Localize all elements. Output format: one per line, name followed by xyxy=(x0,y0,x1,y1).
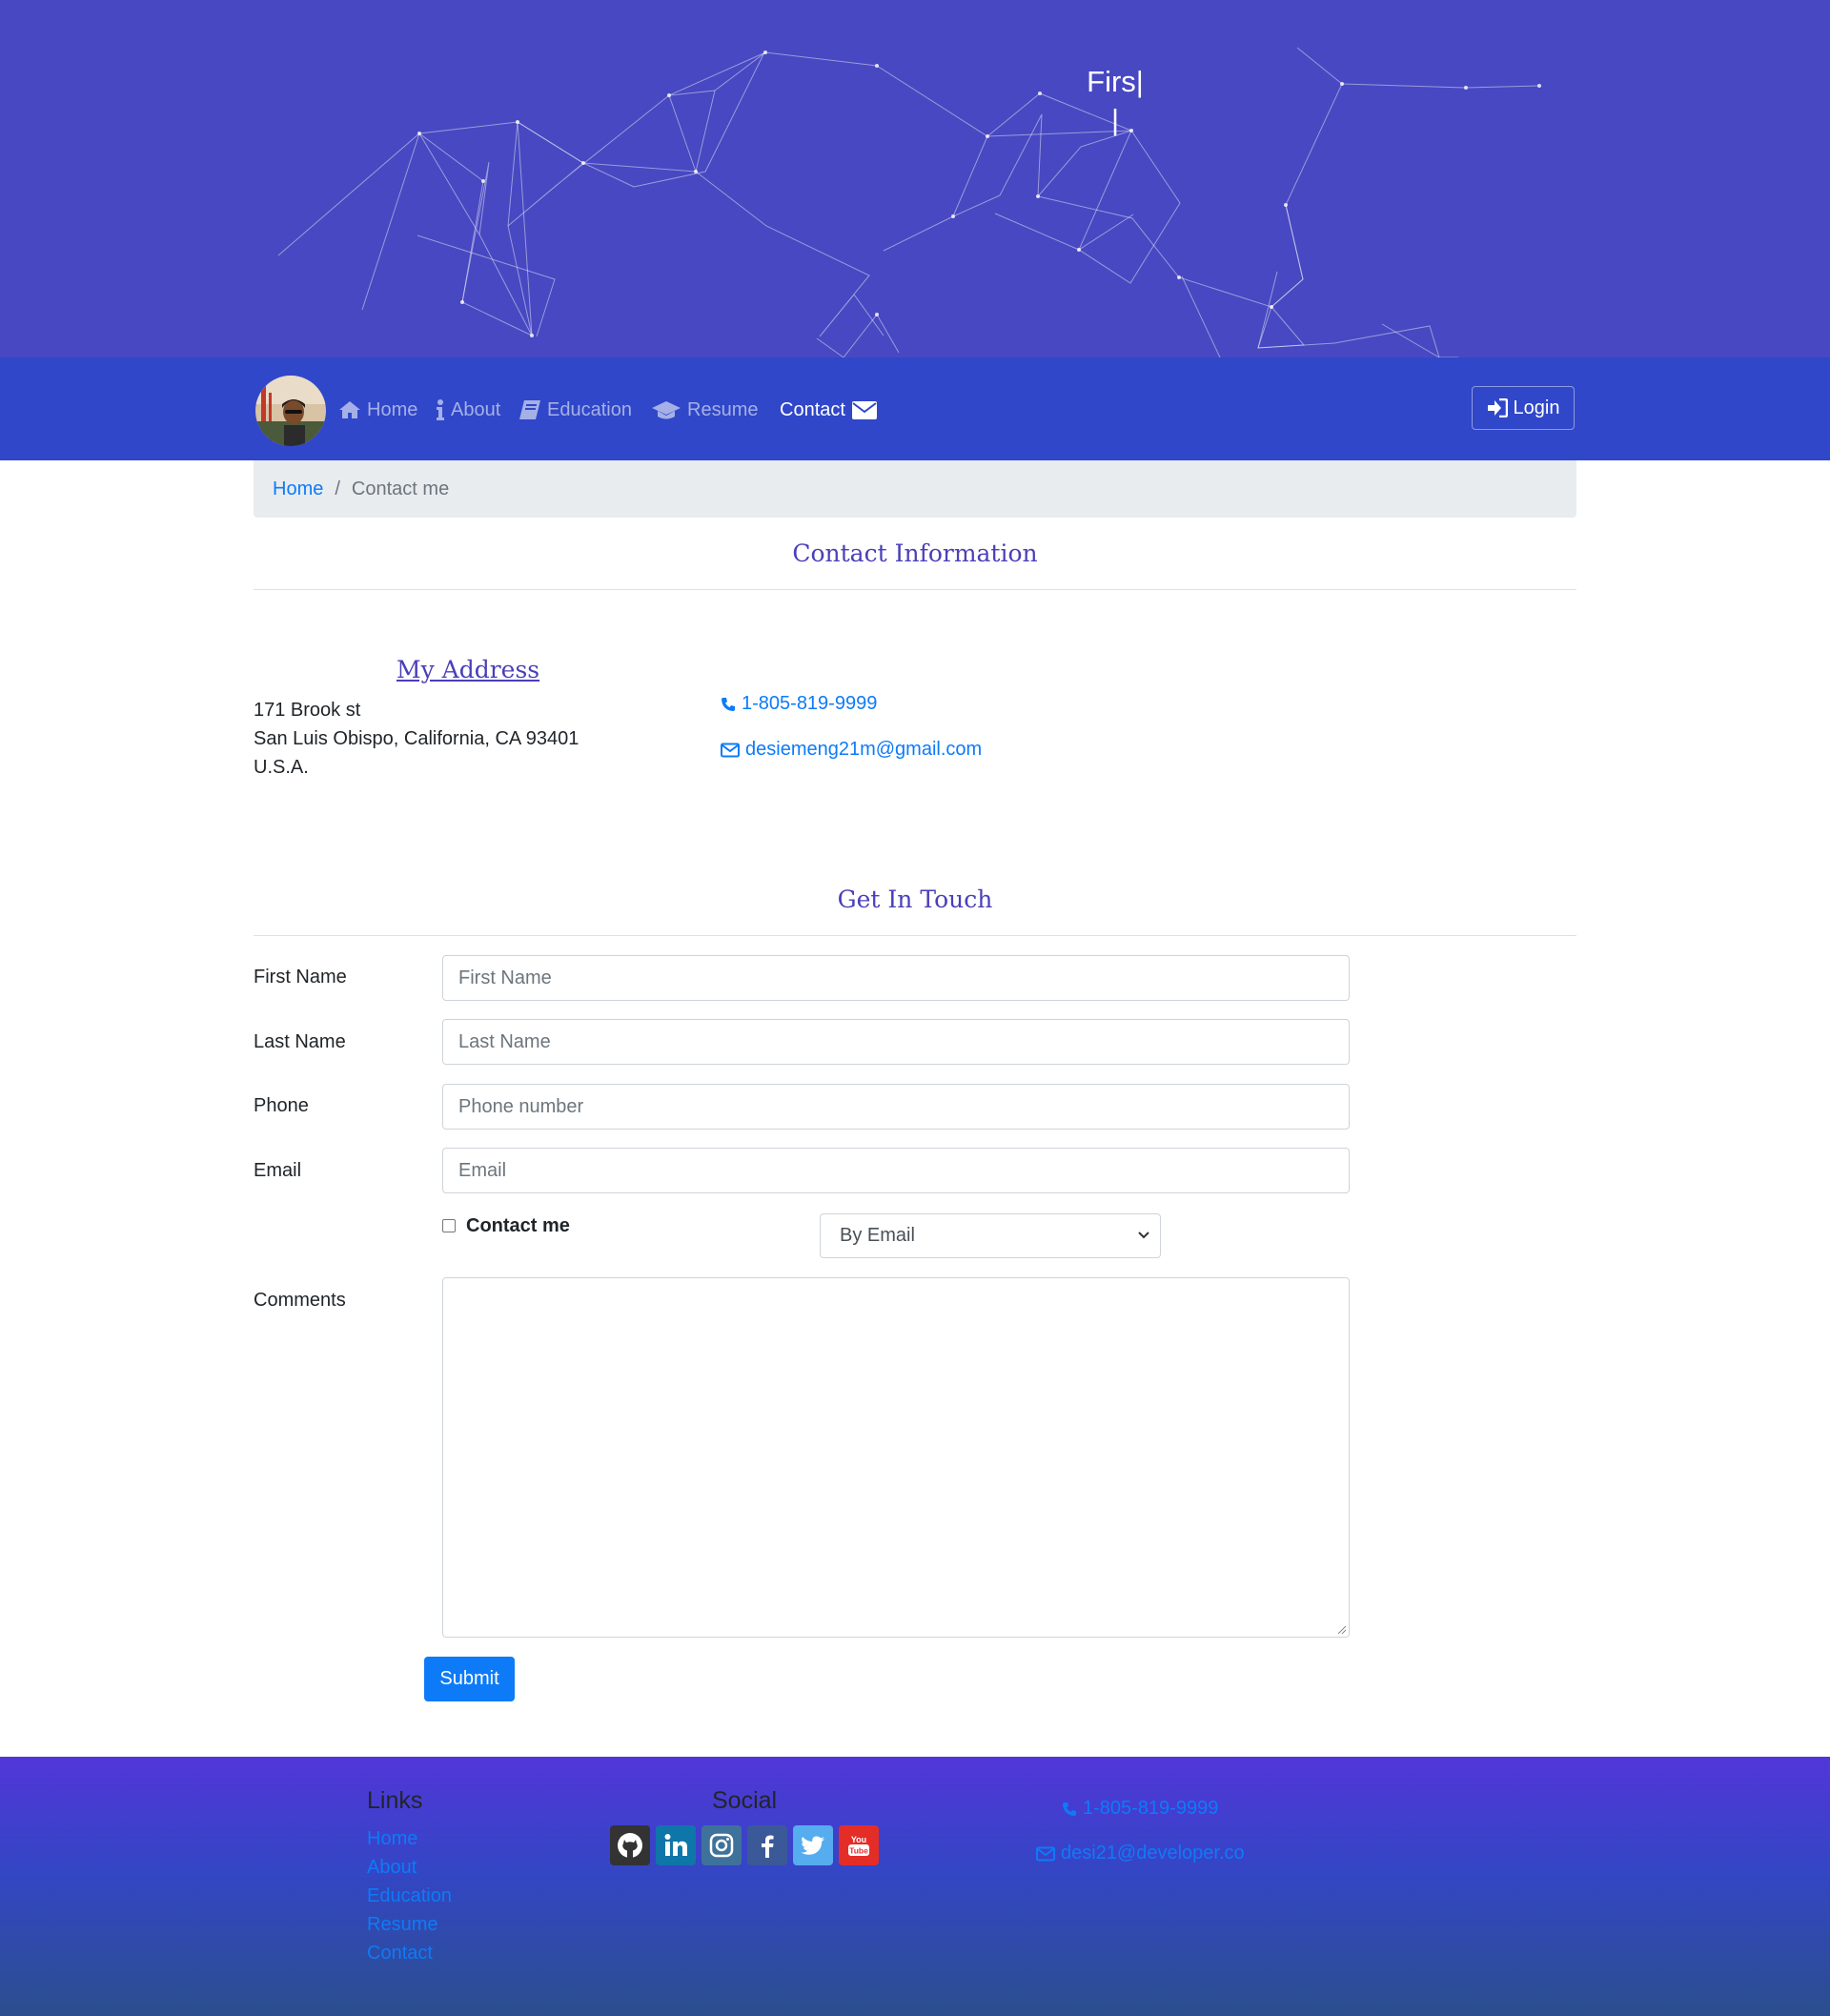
footer-link-about[interactable]: About xyxy=(367,1857,417,1879)
hero-banner: Firs| | xyxy=(0,0,1830,357)
footer-phone-link[interactable]: 1-805-819-9999 xyxy=(1062,1798,1218,1820)
typed-text: Firs| | xyxy=(1077,63,1153,139)
breadcrumb-home-link[interactable]: Home xyxy=(273,479,323,500)
comments-label: Comments xyxy=(254,1290,346,1311)
graduation-cap-icon xyxy=(652,401,681,419)
resize-grip-icon[interactable] xyxy=(1335,1623,1347,1635)
facebook-icon xyxy=(762,1835,774,1858)
nav-resume[interactable]: Resume xyxy=(651,397,758,423)
footer-email-link[interactable]: desi21@developer.co xyxy=(1036,1843,1245,1864)
avatar[interactable] xyxy=(255,376,326,446)
twitter-icon xyxy=(801,1836,824,1855)
facebook-button[interactable] xyxy=(747,1825,787,1865)
divider xyxy=(254,935,1576,936)
footer-social-title: Social xyxy=(712,1787,778,1814)
instagram-button[interactable] xyxy=(702,1825,742,1865)
phone-label: Phone xyxy=(254,1095,309,1116)
contact-method-select[interactable]: By Email xyxy=(820,1213,1161,1258)
avatar-photo xyxy=(255,376,326,446)
footer-link-contact[interactable]: Contact xyxy=(367,1943,433,1965)
nav-contact-label: Contact xyxy=(780,398,845,420)
svg-text:Tube: Tube xyxy=(849,1846,868,1856)
nav-home-label: Home xyxy=(367,398,418,420)
address-line-1: 171 Brook st xyxy=(254,700,361,721)
contact-method-value: By Email xyxy=(840,1225,915,1246)
nav-contact[interactable]: Contact xyxy=(780,397,878,423)
first-name-input[interactable] xyxy=(442,955,1350,1001)
envelope-outline-icon xyxy=(1036,1846,1055,1861)
nav-education-label: Education xyxy=(547,398,632,420)
email-address: desiemeng21m@gmail.com xyxy=(745,739,983,760)
breadcrumb-separator: / xyxy=(335,478,340,499)
footer xyxy=(0,1757,1830,2016)
nav-about[interactable]: About xyxy=(436,397,500,423)
svg-text:You: You xyxy=(851,1835,866,1844)
book-icon xyxy=(519,400,540,419)
email-label: Email xyxy=(254,1160,302,1181)
chevron-down-icon xyxy=(1138,1232,1149,1239)
youtube-button[interactable]: You Tube xyxy=(839,1825,879,1865)
linkedin-icon xyxy=(664,1834,687,1856)
contact-information-title: Contact Information xyxy=(792,540,1038,567)
typing-cursor: | xyxy=(1110,103,1120,136)
phone-input[interactable] xyxy=(442,1084,1350,1130)
breadcrumb-current: Contact me xyxy=(351,478,450,499)
nav-home[interactable]: Home xyxy=(338,397,417,423)
envelope-icon xyxy=(851,401,877,419)
nav-about-label: About xyxy=(451,398,501,420)
github-button[interactable] xyxy=(610,1825,650,1865)
footer-links-title: Links xyxy=(367,1787,423,1814)
email-link[interactable]: desiemeng21m@gmail.com xyxy=(721,739,982,761)
get-in-touch-title: Get In Touch xyxy=(837,886,993,913)
footer-phone-number: 1-805-819-9999 xyxy=(1083,1798,1219,1819)
home-icon xyxy=(339,401,360,418)
email-input[interactable] xyxy=(442,1148,1350,1193)
address-line-3: U.S.A. xyxy=(254,757,309,778)
envelope-outline-icon xyxy=(721,743,740,757)
contact-me-label: Contact me xyxy=(466,1215,570,1236)
footer-link-education[interactable]: Education xyxy=(367,1885,452,1907)
comments-textarea[interactable] xyxy=(442,1277,1350,1638)
submit-button[interactable]: Submit xyxy=(424,1657,515,1701)
first-name-label: First Name xyxy=(254,967,347,988)
linkedin-button[interactable] xyxy=(656,1825,696,1865)
phone-icon xyxy=(1063,1802,1076,1816)
info-icon xyxy=(437,399,444,420)
twitter-button[interactable] xyxy=(793,1825,833,1865)
youtube-icon: You Tube xyxy=(848,1835,869,1856)
breadcrumb: Home / Contact me xyxy=(254,460,1576,518)
phone-icon xyxy=(722,697,735,711)
divider xyxy=(254,589,1576,590)
phone-link[interactable]: 1-805-819-9999 xyxy=(721,693,877,715)
footer-link-resume[interactable]: Resume xyxy=(367,1914,437,1936)
footer-email-address: desi21@developer.co xyxy=(1061,1843,1245,1863)
github-icon xyxy=(618,1833,642,1858)
footer-link-home[interactable]: Home xyxy=(367,1828,417,1850)
particle-network-graphic xyxy=(277,47,1541,357)
last-name-label: Last Name xyxy=(254,1031,346,1052)
last-name-input[interactable] xyxy=(442,1019,1350,1065)
login-label: Login xyxy=(1513,397,1560,418)
instagram-icon xyxy=(709,1833,734,1858)
address-line-2: San Luis Obispo, California, CA 93401 xyxy=(254,728,580,749)
nav-resume-label: Resume xyxy=(687,398,759,420)
address-title: My Address xyxy=(396,656,540,683)
phone-number: 1-805-819-9999 xyxy=(742,693,878,714)
sign-in-icon xyxy=(1487,398,1508,417)
contact-me-checkbox[interactable] xyxy=(442,1219,456,1232)
nav-education[interactable]: Education xyxy=(518,397,632,423)
login-button[interactable]: Login xyxy=(1472,386,1575,430)
